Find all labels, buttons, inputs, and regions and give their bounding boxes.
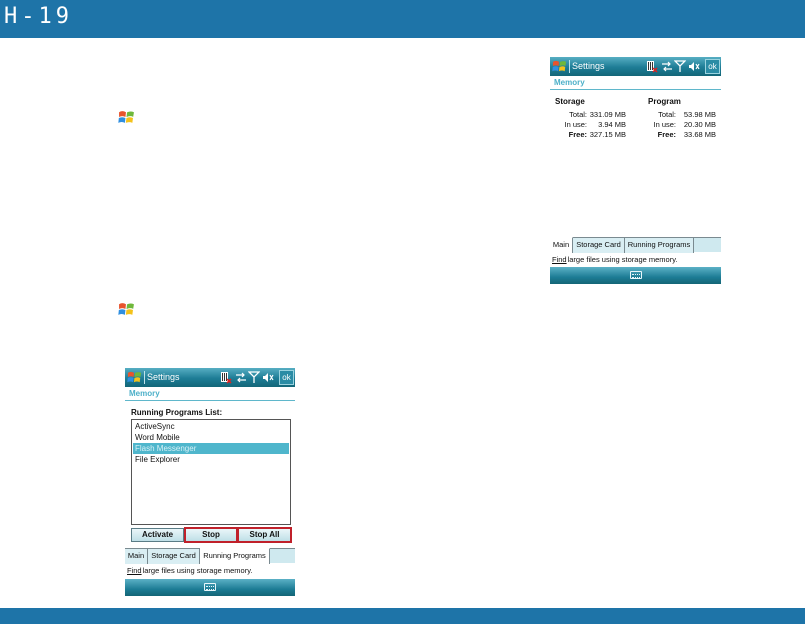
soft-key-bar	[125, 579, 295, 596]
volume-muted-icon[interactable]	[688, 60, 700, 73]
tab-main[interactable]: Main	[550, 237, 573, 253]
find-description: large files using storage memory.	[567, 255, 678, 264]
find-bar: Findlarge files using storage memory.	[125, 564, 295, 577]
tab-main[interactable]: Main	[125, 549, 148, 564]
tab-running-programs[interactable]: Running Programs	[200, 548, 270, 564]
program-inuse-value: 20.30 MB	[683, 120, 716, 129]
find-bar: Findlarge files using storage memory.	[550, 253, 721, 266]
connectivity-icon[interactable]	[661, 60, 673, 73]
tab-bar: Main Storage Card Running Programs	[125, 548, 295, 564]
title-bar: Settings ok	[550, 57, 721, 76]
stop-button[interactable]: Stop	[184, 527, 238, 543]
start-icon[interactable]	[127, 370, 142, 385]
page-footer-band	[0, 608, 805, 624]
keyboard-icon[interactable]	[629, 271, 642, 279]
program-total-label: Total:	[658, 110, 676, 119]
storage-inuse-label: In use:	[564, 120, 587, 129]
list-item[interactable]: File Explorer	[133, 454, 289, 465]
storage-heading: Storage	[555, 97, 585, 106]
tab-running-programs[interactable]: Running Programs	[625, 238, 694, 253]
find-link[interactable]: Find	[552, 255, 567, 264]
title-bar: Settings ok	[125, 368, 295, 387]
activate-button[interactable]: Activate	[131, 528, 184, 542]
stop-all-button[interactable]: Stop All	[237, 527, 292, 543]
program-inuse-label: In use:	[653, 120, 676, 129]
memory-main-screenshot: Settings ok Memory Storage Program Total…	[550, 57, 721, 284]
page-number-label: H-19	[4, 4, 73, 29]
start-icon[interactable]	[552, 59, 567, 74]
find-description: large files using storage memory.	[142, 566, 253, 575]
memory-subtitle: Memory	[129, 389, 160, 398]
section-header: Memory	[125, 387, 295, 401]
program-total-value: 53.98 MB	[683, 110, 716, 119]
storage-inuse-value: 3.94 MB	[598, 120, 626, 129]
sim-card-icon[interactable]	[220, 371, 232, 384]
windows-flag-icon	[118, 301, 135, 318]
signal-icon[interactable]	[673, 60, 687, 73]
volume-muted-icon[interactable]	[262, 371, 274, 384]
windows-flag-icon	[118, 109, 135, 126]
window-title: Settings	[572, 61, 605, 71]
running-programs-heading: Running Programs List:	[131, 408, 223, 417]
keyboard-icon[interactable]	[204, 583, 216, 591]
program-free-value: 33.68 MB	[683, 130, 716, 139]
list-item[interactable]: Word Mobile	[133, 432, 289, 443]
connectivity-icon[interactable]	[235, 371, 247, 384]
running-programs-screenshot: Settings ok Memory Running Programs List…	[125, 368, 295, 596]
title-separator	[569, 60, 570, 73]
ok-button[interactable]: ok	[705, 59, 720, 74]
memory-subtitle: Memory	[554, 78, 585, 87]
tab-storage-card[interactable]: Storage Card	[148, 549, 200, 564]
ok-button[interactable]: ok	[279, 370, 294, 385]
program-heading: Program	[648, 97, 681, 106]
storage-total-value: 331.09 MB	[589, 110, 626, 119]
storage-total-label: Total:	[569, 110, 587, 119]
section-header: Memory	[550, 76, 721, 90]
sim-card-icon[interactable]	[646, 60, 658, 73]
window-title: Settings	[147, 372, 180, 382]
soft-key-bar	[550, 267, 721, 284]
signal-icon[interactable]	[247, 371, 261, 384]
running-programs-list[interactable]: ActiveSync Word Mobile Flash Messenger F…	[131, 419, 291, 525]
find-link[interactable]: Find	[127, 566, 142, 575]
title-separator	[144, 371, 145, 384]
program-free-label: Free:	[657, 130, 676, 139]
storage-free-value: 327.15 MB	[589, 130, 626, 139]
list-item[interactable]: ActiveSync	[133, 421, 289, 432]
list-item-selected[interactable]: Flash Messenger	[133, 443, 289, 454]
tab-bar: Main Storage Card Running Programs	[550, 237, 721, 253]
storage-free-label: Free:	[568, 130, 587, 139]
tab-storage-card[interactable]: Storage Card	[573, 238, 625, 253]
page-header-band: H-19	[0, 0, 805, 38]
